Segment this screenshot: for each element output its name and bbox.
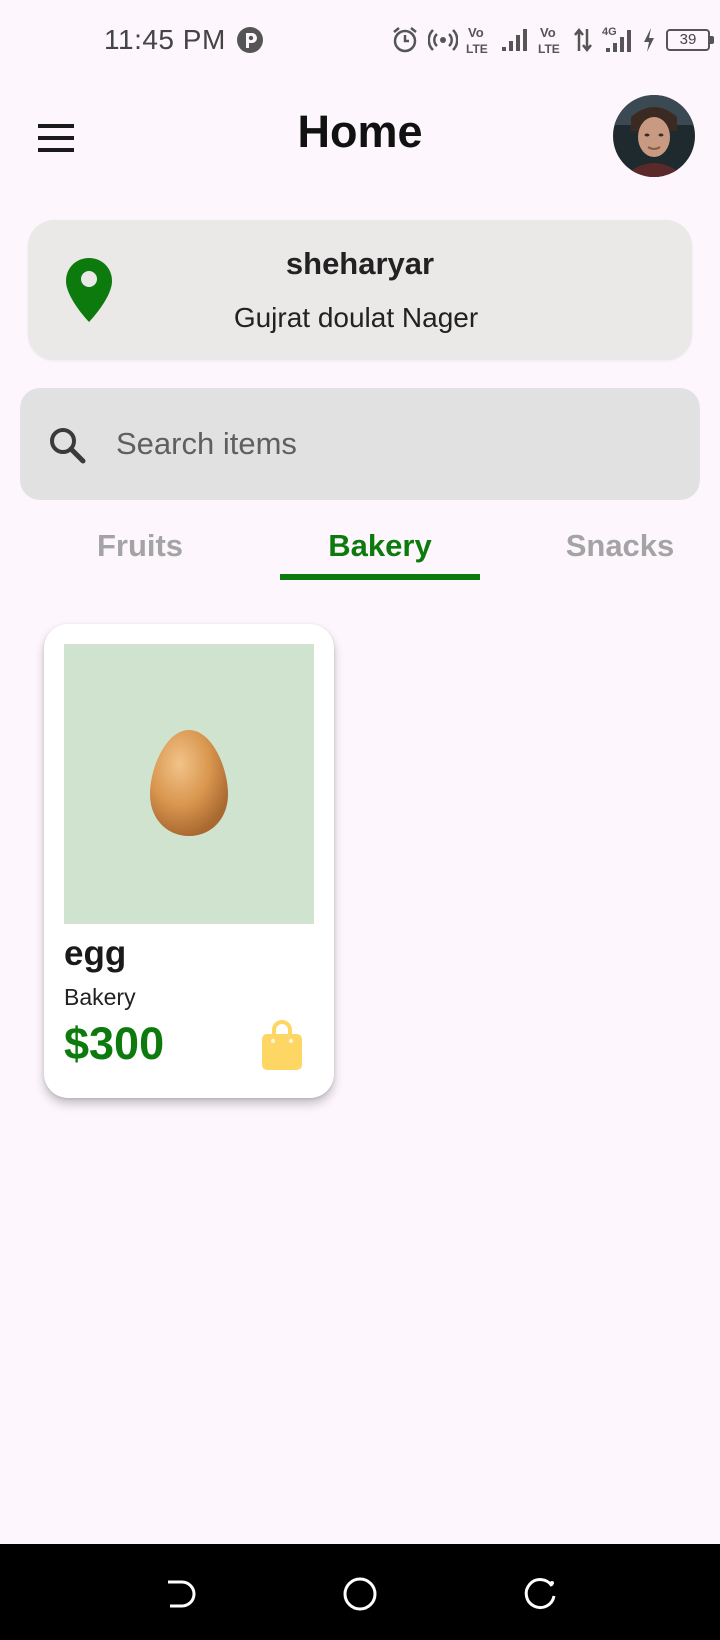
- back-icon[interactable]: [160, 1574, 200, 1614]
- svg-text:Vo: Vo: [540, 25, 556, 40]
- signal-icon: [502, 29, 527, 51]
- system-nav-bar: [0, 1544, 720, 1640]
- svg-text:LTE: LTE: [538, 42, 560, 56]
- charging-icon: [644, 28, 654, 52]
- product-image: [64, 644, 314, 924]
- hotspot-icon: [428, 29, 458, 51]
- 4g-signal-icon: 4G: [602, 26, 631, 52]
- location-address: Gujrat doulat Nager: [233, 302, 479, 333]
- status-bar: 11:45 PM Vo LTE Vo LTE 4G 39: [0, 0, 720, 82]
- home-icon[interactable]: [340, 1574, 380, 1614]
- tab-snacks[interactable]: Snacks: [520, 528, 720, 564]
- status-icons: Vo LTE Vo LTE 4G 39: [390, 22, 714, 58]
- battery-icon: 39: [666, 29, 714, 51]
- data-transfer-icon: [574, 27, 592, 53]
- shopping-bag-icon[interactable]: [260, 1020, 304, 1072]
- search-input[interactable]: [116, 416, 676, 472]
- battery-level: 39: [679, 31, 697, 48]
- svg-text:Vo: Vo: [468, 25, 484, 40]
- recent-apps-icon[interactable]: [520, 1574, 560, 1614]
- product-card[interactable]: egg Bakery $300: [44, 624, 334, 1098]
- product-category: Bakery: [64, 984, 136, 1010]
- svg-text:LTE: LTE: [466, 42, 488, 56]
- alarm-icon: [393, 27, 417, 53]
- tab-bakery[interactable]: Bakery: [280, 528, 480, 564]
- app-notification-icon: [237, 27, 263, 53]
- status-time: 11:45 PM: [104, 24, 226, 55]
- location-card[interactable]: sheharyar Gujrat doulat Nager: [28, 220, 692, 360]
- user-avatar[interactable]: [613, 95, 695, 177]
- search-bar[interactable]: [20, 388, 700, 500]
- page-title: Home: [297, 106, 423, 157]
- product-price: $300: [64, 1018, 165, 1069]
- avatar-image: [613, 95, 695, 177]
- search-icon: [50, 428, 86, 464]
- volte-icon: Vo LTE: [466, 25, 488, 56]
- tab-fruits[interactable]: Fruits: [40, 528, 240, 564]
- svg-text:4G: 4G: [602, 26, 617, 38]
- location-name: sheharyar: [285, 246, 435, 281]
- tab-indicator: [280, 574, 480, 580]
- product-name: egg: [64, 934, 127, 973]
- egg-image: [150, 730, 228, 836]
- volte-icon: Vo LTE: [538, 25, 560, 56]
